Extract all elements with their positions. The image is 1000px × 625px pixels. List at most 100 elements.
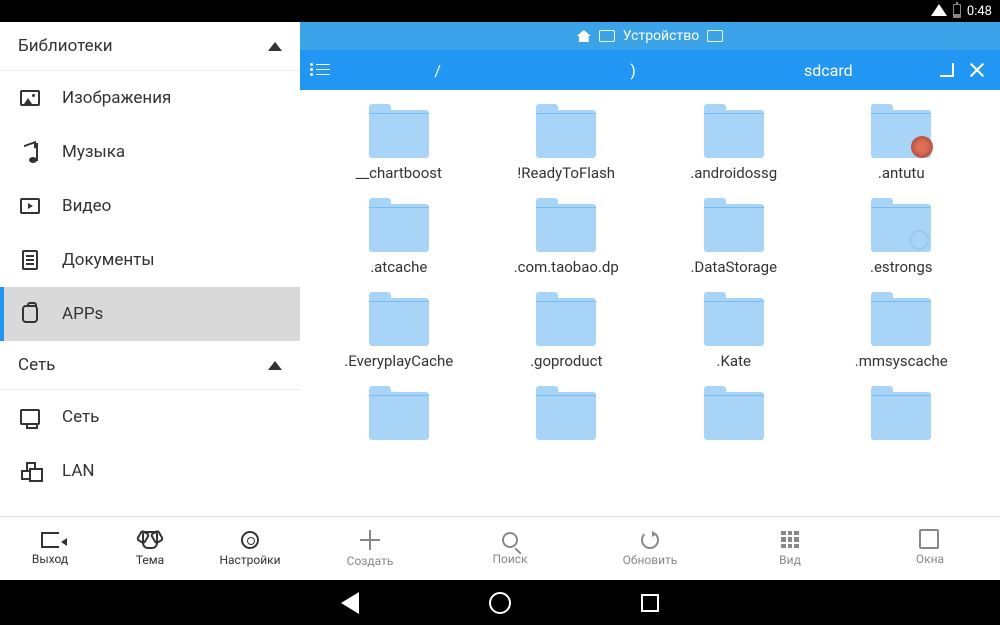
folder-icon (871, 110, 931, 158)
folder-icon (369, 110, 429, 158)
home-icon[interactable] (577, 30, 591, 42)
battery-icon (953, 4, 961, 18)
nav-home-button[interactable] (489, 592, 511, 614)
folder-item[interactable]: .Kate (655, 288, 813, 374)
main-pane: Устройство / ) sdcard __chartboost !Ready… (300, 22, 1000, 580)
create-button[interactable]: Создать (300, 517, 440, 580)
sidebar-item-label: Изображения (62, 88, 171, 108)
folder-icon (704, 392, 764, 440)
folder-icon (871, 298, 931, 346)
sidebar-item-music[interactable]: Музыка (0, 125, 300, 179)
clock: 0:48 (967, 4, 992, 19)
folder-item[interactable]: .estrongs (823, 194, 981, 280)
grid-icon (781, 531, 799, 549)
exit-button[interactable]: Выход (0, 517, 100, 580)
nav-recent-button[interactable] (641, 594, 659, 612)
es-badge-icon (909, 230, 929, 250)
folder-item[interactable]: .atcache (320, 194, 478, 280)
libraries-section-header[interactable]: Библиотеки (0, 22, 300, 71)
folder-icon (369, 392, 429, 440)
main-bottom-bar: Создать Поиск Обновить Вид Окна (300, 516, 1000, 580)
path-bar: / ) sdcard (300, 50, 1000, 90)
folder-item[interactable] (823, 382, 981, 450)
folder-icon (704, 298, 764, 346)
view-button[interactable]: Вид (720, 517, 860, 580)
folder-name: .Kate (717, 352, 751, 370)
music-icon (18, 140, 42, 164)
folder-item[interactable]: .antutu (823, 100, 981, 186)
sidebar-item-network[interactable]: Сеть (0, 390, 300, 444)
folder-name: __chartboost (356, 164, 442, 182)
maximize-icon[interactable] (940, 63, 954, 77)
search-button[interactable]: Поиск (440, 517, 580, 580)
folder-icon (536, 298, 596, 346)
search-icon (502, 532, 518, 548)
folder-icon (536, 392, 596, 440)
sidebar-item-apps[interactable]: APPs (0, 287, 300, 341)
chevron-up-icon (268, 42, 282, 51)
close-icon[interactable] (968, 61, 986, 79)
gear-icon (241, 531, 259, 549)
folder-name: .EveryplayCache (344, 352, 453, 370)
folder-item[interactable]: __chartboost (320, 100, 478, 186)
network-icon (18, 405, 42, 429)
folder-item[interactable]: .com.taobao.dp (488, 194, 646, 280)
button-label: Поиск (492, 552, 527, 566)
exit-icon (41, 532, 59, 548)
folder-item[interactable] (488, 382, 646, 450)
image-icon (18, 86, 42, 110)
button-label: Выход (32, 552, 68, 566)
folder-item[interactable] (655, 382, 813, 450)
window-icon (599, 30, 615, 42)
sidebar-item-documents[interactable]: Документы (0, 233, 300, 287)
plus-icon (360, 530, 380, 550)
tab-device[interactable]: Устройство (623, 28, 699, 44)
sidebar-item-label: Документы (62, 250, 155, 270)
sidebar-item-label: APPs (62, 304, 103, 324)
sidebar-item-label: Сеть (62, 407, 99, 427)
lan-icon (18, 459, 42, 483)
theme-button[interactable]: Тема (100, 517, 200, 580)
folder-name: .estrongs (870, 258, 933, 276)
breadcrumb-root[interactable]: / (340, 61, 535, 80)
top-tab-bar: Устройство (300, 22, 1000, 50)
refresh-icon (641, 531, 659, 549)
button-label: Окна (916, 552, 944, 566)
folder-icon (536, 110, 596, 158)
folder-icon (369, 298, 429, 346)
folder-name: !ReadyToFlash (517, 164, 615, 182)
breadcrumb-mid[interactable]: ) (535, 61, 730, 80)
folder-name: .com.taobao.dp (514, 258, 619, 276)
folder-name: .androidossg (690, 164, 777, 182)
sidebar-item-video[interactable]: Видео (0, 179, 300, 233)
sidebar-item-images[interactable]: Изображения (0, 71, 300, 125)
status-bar: 0:48 (0, 0, 1000, 22)
folder-item[interactable]: .EveryplayCache (320, 288, 478, 374)
folder-name: .DataStorage (690, 258, 777, 276)
settings-button[interactable]: Настройки (200, 517, 300, 580)
chevron-up-icon (268, 361, 282, 370)
folder-item[interactable]: !ReadyToFlash (488, 100, 646, 186)
folder-item[interactable]: .goproduct (488, 288, 646, 374)
sidebar-item-label: Музыка (62, 142, 125, 162)
folder-item[interactable]: .androidossg (655, 100, 813, 186)
refresh-button[interactable]: Обновить (580, 517, 720, 580)
sidebar-item-lan[interactable]: LAN (0, 444, 300, 498)
folder-item[interactable] (320, 382, 478, 450)
nav-back-button[interactable] (341, 592, 359, 614)
button-label: Тема (136, 553, 164, 567)
libraries-title: Библиотеки (18, 36, 113, 56)
folder-item[interactable]: .mmsyscache (823, 288, 981, 374)
video-icon (18, 194, 42, 218)
folder-icon (704, 204, 764, 252)
folder-icon (369, 204, 429, 252)
file-grid[interactable]: __chartboost !ReadyToFlash .androidossg .an… (300, 90, 1000, 516)
windows-button[interactable]: Окна (860, 517, 1000, 580)
network-title: Сеть (18, 355, 55, 375)
network-section-header[interactable]: Сеть (0, 341, 300, 390)
breadcrumb-current[interactable]: sdcard (731, 61, 926, 80)
folder-item[interactable]: .DataStorage (655, 194, 813, 280)
sidebar-item-label: Видео (62, 196, 111, 216)
folder-icon (871, 392, 931, 440)
list-toggle-button[interactable] (300, 63, 340, 77)
